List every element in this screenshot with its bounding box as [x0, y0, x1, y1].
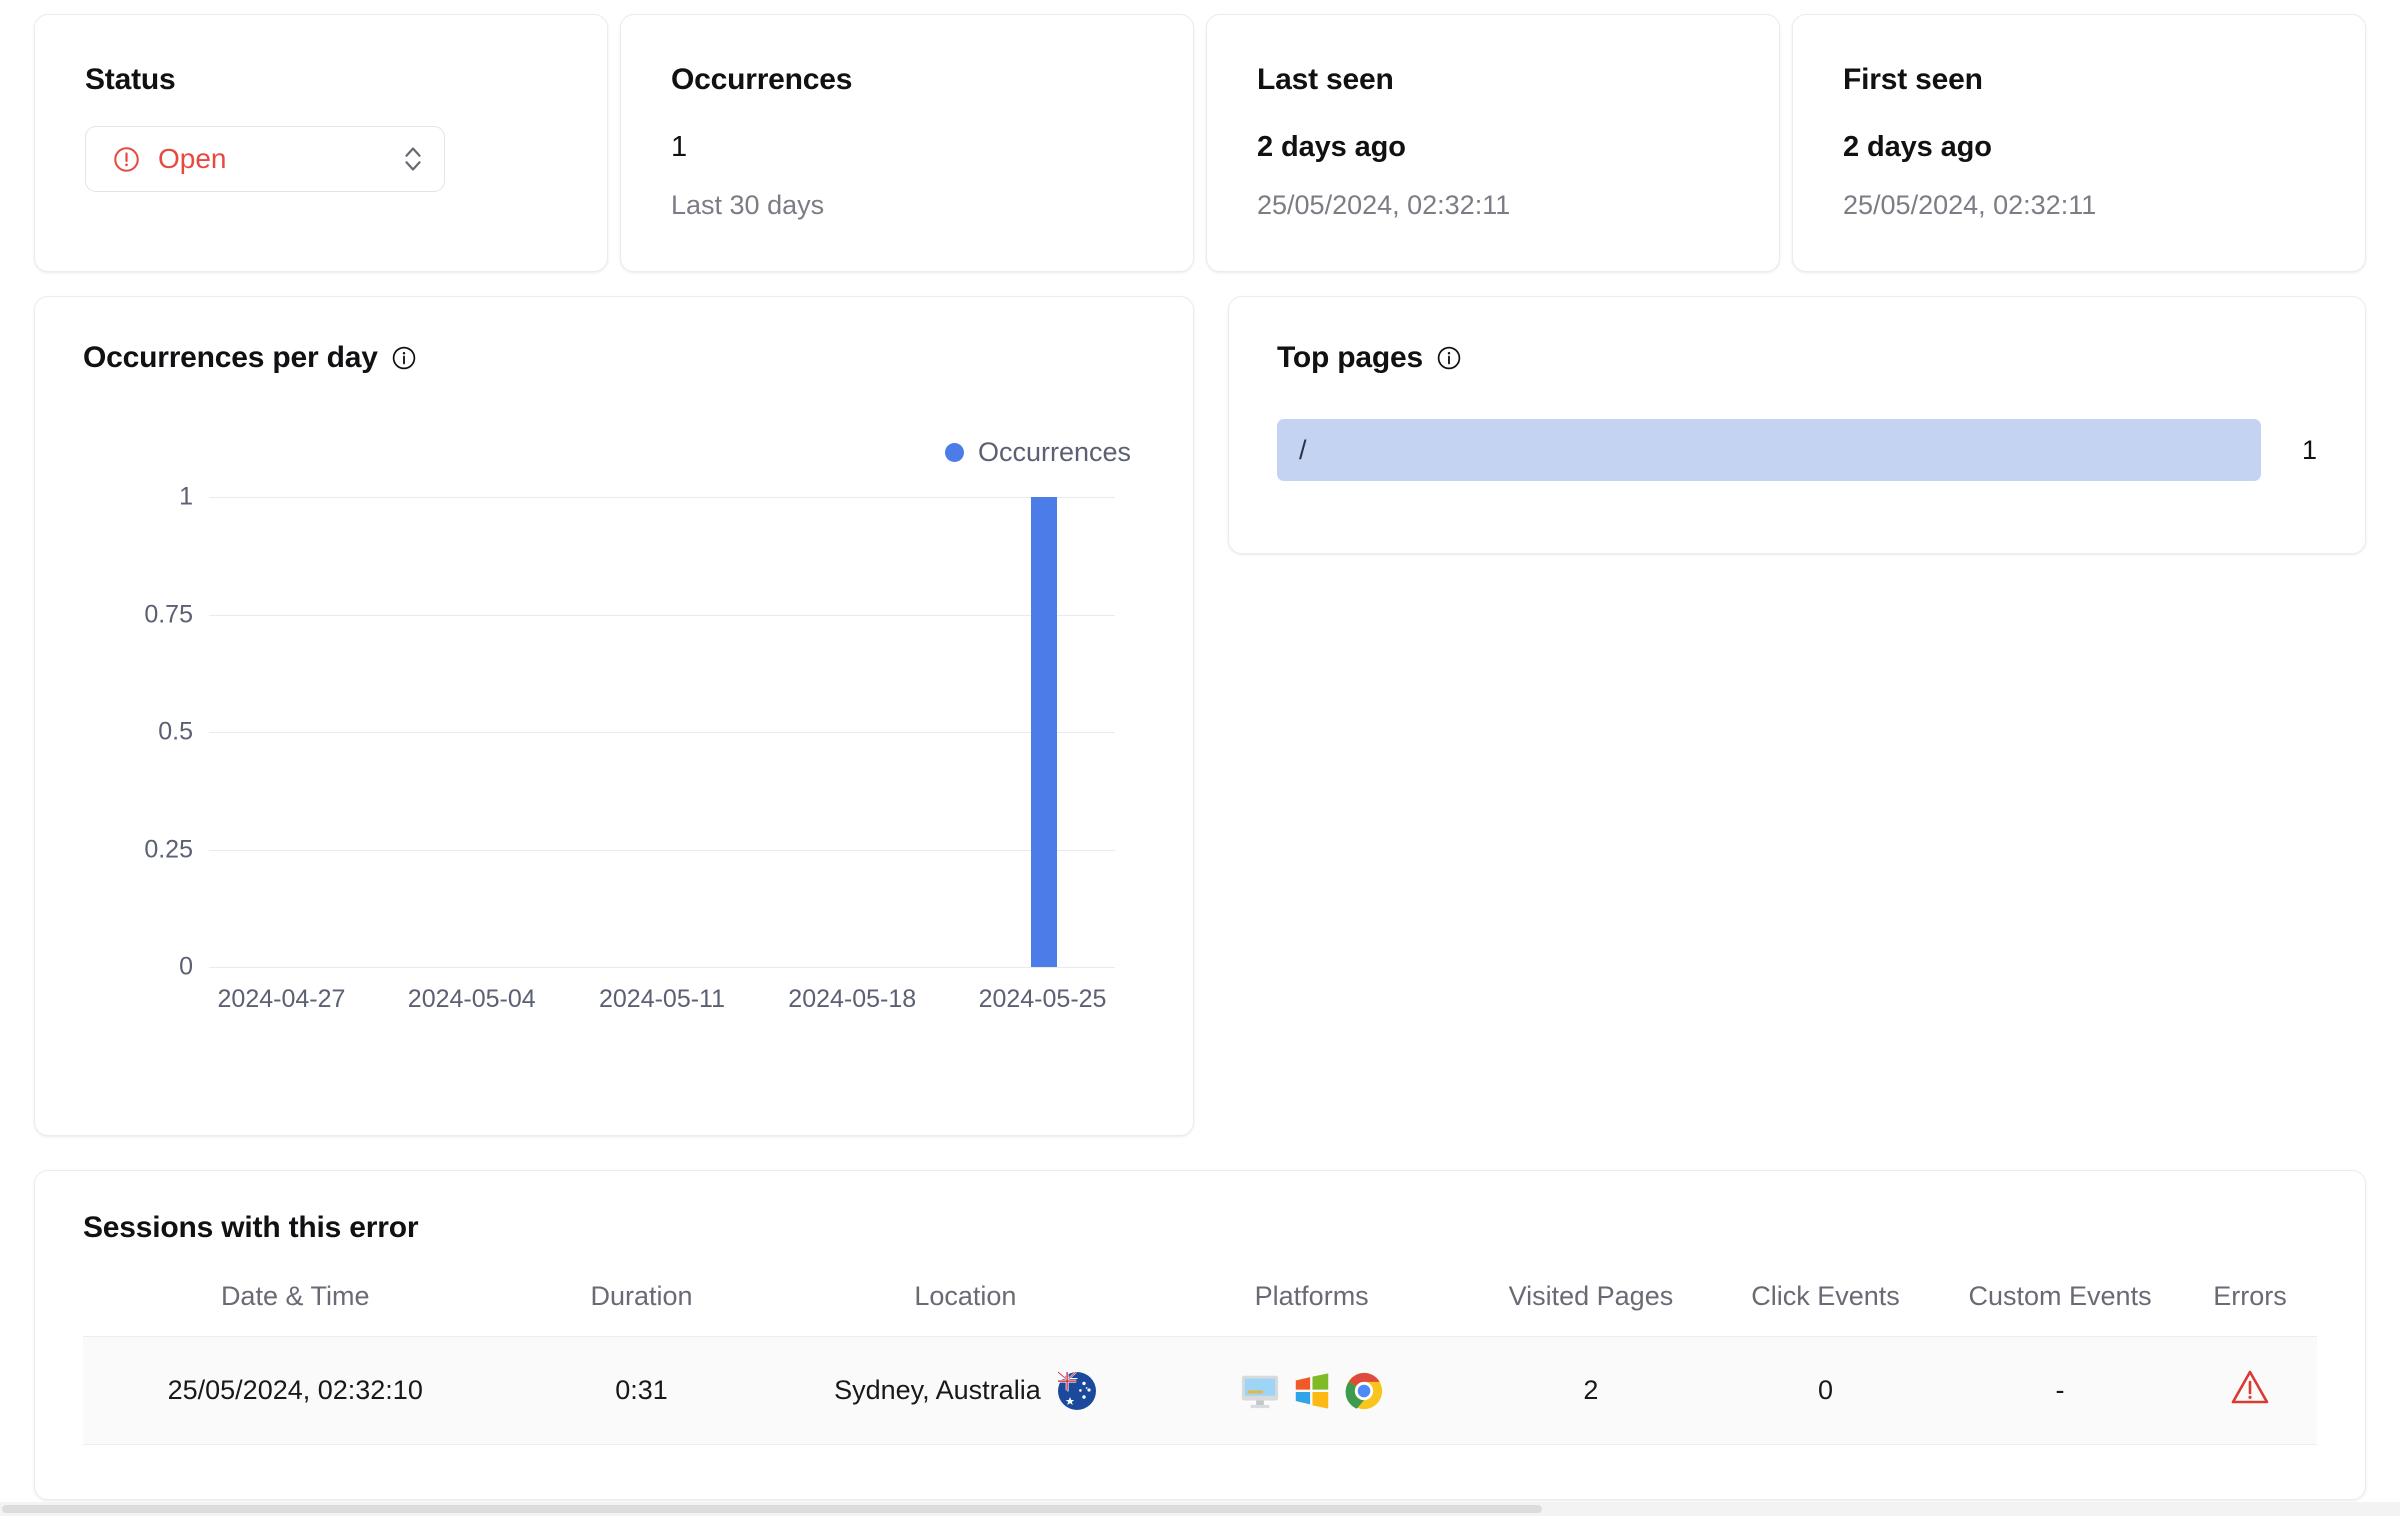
last-seen-card-title: Last seen [1257, 63, 1394, 96]
occurrences-value: 1 [671, 131, 688, 163]
chevron-up-down-icon[interactable] [402, 142, 424, 176]
sessions-table-header: Date & Time Duration Location Platforms Visi… [83, 1271, 2317, 1337]
error-detail-page: Status Open Occurrences 1 Last 30 days L… [0, 0, 2400, 1516]
chart-y-axis: 0 0.25 0.5 0.75 1 [83, 483, 193, 981]
last-seen-card: Last seen 2 days ago 25/05/2024, 02:32:1… [1206, 14, 1780, 272]
top-pages-title-text: Top pages [1277, 341, 1423, 374]
y-axis-tick: 0.5 [158, 717, 193, 746]
sessions-title: Sessions with this error [83, 1211, 419, 1244]
x-axis-tick: 2024-05-04 [407, 985, 536, 1013]
top-page-count: 1 [2301, 434, 2317, 465]
status-value: Open [158, 143, 227, 174]
first-seen-relative: 2 days ago [1843, 131, 1992, 163]
last-seen-relative: 2 days ago [1257, 131, 1406, 163]
first-seen-card-title: First seen [1843, 63, 1983, 96]
occurrences-chart-title-text: Occurrences per day [83, 341, 378, 374]
column-header[interactable]: Platforms [1155, 1271, 1468, 1337]
chart-bars [209, 497, 1115, 967]
column-header[interactable]: Errors [2183, 1271, 2317, 1337]
column-header[interactable]: Custom Events [1937, 1271, 2183, 1337]
session-visited-pages: 2 [1468, 1336, 1714, 1445]
desktop-icon [1241, 1375, 1278, 1408]
column-header[interactable]: Visited Pages [1468, 1271, 1714, 1337]
legend-dot-occurrences [944, 443, 964, 462]
column-header[interactable]: Click Events [1714, 1271, 1937, 1337]
session-platforms [1155, 1336, 1469, 1445]
column-header[interactable]: Duration [507, 1271, 775, 1337]
gridline [209, 967, 1115, 968]
y-axis-tick: 0.25 [144, 835, 193, 863]
session-duration: 0:31 [507, 1336, 776, 1445]
top-pages-list: /1 [1277, 419, 2317, 481]
first-seen-card: First seen 2 days ago 25/05/2024, 02:32:… [1792, 14, 2366, 272]
occurrences-chart-title: Occurrences per day [83, 341, 1145, 375]
middle-row: Occurrences per day Occurrences 0 0.25 0.5… [34, 296, 2366, 1136]
sessions-table: Date & Time Duration Location Platforms Visi… [83, 1271, 2317, 1445]
occurrences-card-title: Occurrences [671, 63, 853, 96]
top-pages-title: Top pages [1277, 341, 2317, 375]
top-pages-card: Top pages /1 [1228, 296, 2366, 554]
y-axis-tick: 0 [179, 952, 193, 981]
y-axis-tick: 0.75 [144, 600, 193, 628]
session-location-text: Sydney, Australia [834, 1375, 1041, 1405]
chart-legend: Occurrences [944, 437, 1131, 468]
x-axis-tick: 2024-05-18 [788, 985, 917, 1013]
occurrences-card: Occurrences 1 Last 30 days [620, 14, 1194, 272]
info-icon[interactable] [1436, 345, 1462, 371]
chart-bar[interactable] [1031, 497, 1058, 967]
status-card: Status Open [34, 14, 608, 272]
session-location: Sydney, Australia [775, 1336, 1156, 1445]
scrollbar-thumb[interactable] [2, 1505, 1542, 1513]
kpi-row: Status Open Occurrences 1 Last 30 days L… [34, 14, 2366, 272]
sessions-table-body: 25/05/2024, 02:32:10 0:31 Sydney, Australi… [83, 1336, 2317, 1445]
top-page-row[interactable]: /1 [1277, 419, 2317, 481]
australia-flag-icon [1057, 1370, 1096, 1410]
occurrences-per-day-card: Occurrences per day Occurrences 0 0.25 0.5… [34, 296, 1194, 1136]
last-seen-timestamp: 25/05/2024, 02:32:11 [1257, 190, 1511, 220]
sessions-card: Sessions with this error Date & Time Dura… [34, 1170, 2366, 1500]
legend-label-occurrences: Occurrences [977, 437, 1131, 467]
x-axis-tick: 2024-05-11 [598, 985, 726, 1013]
top-page-bar-track: / [1277, 419, 2261, 481]
session-errors [2182, 1336, 2317, 1445]
chart-x-axis: 2024-04-27 2024-05-04 2024-05-11 2024-05-18… [209, 985, 1115, 1025]
table-row[interactable]: 25/05/2024, 02:32:10 0:31 Sydney, Australi… [83, 1336, 2317, 1445]
column-header[interactable]: Location [776, 1271, 1156, 1337]
windows-icon [1295, 1372, 1328, 1409]
top-page-path: / [1299, 434, 1307, 465]
alert-circle-icon [114, 146, 139, 172]
status-select[interactable]: Open [85, 126, 445, 192]
session-datetime: 25/05/2024, 02:32:10 [83, 1336, 508, 1445]
session-click-events: 0 [1713, 1336, 1938, 1445]
warning-triangle-icon [2231, 1370, 2269, 1404]
x-axis-tick: 2024-05-25 [978, 985, 1107, 1013]
column-header[interactable]: Date & Time [83, 1271, 507, 1337]
chart-plot-area: 0 0.25 0.5 0.75 1 2024-04-27 2024-05-04 2024-0… [83, 483, 1145, 1057]
horizontal-scrollbar[interactable] [0, 1502, 2400, 1516]
top-page-bar[interactable]: / [1277, 419, 2261, 481]
status-card-title: Status [85, 63, 176, 96]
y-axis-tick: 1 [179, 482, 193, 511]
chrome-icon [1345, 1372, 1382, 1409]
info-icon[interactable] [391, 345, 417, 371]
first-seen-timestamp: 25/05/2024, 02:32:11 [1843, 190, 2097, 220]
occurrences-range: Last 30 days [671, 190, 825, 220]
x-axis-tick: 2024-04-27 [217, 985, 346, 1013]
session-custom-events: - [1937, 1336, 2183, 1445]
